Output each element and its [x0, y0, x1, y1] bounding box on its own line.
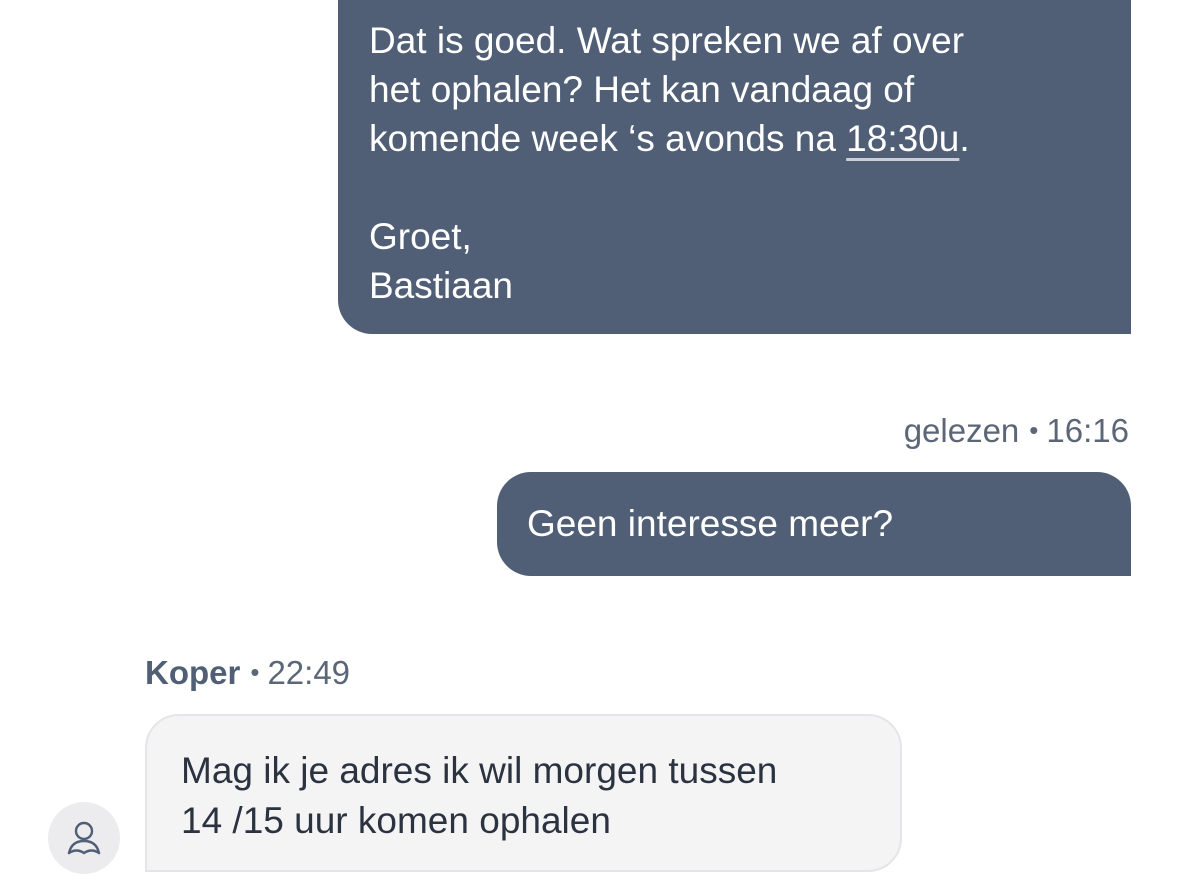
- outgoing-message-bubble[interactable]: Dat is goed. Wat spreken we af over het …: [338, 0, 1131, 334]
- message-text-line: komende week ‘s avonds na 18:30u.: [369, 114, 1101, 163]
- message-text: komende week ‘s avonds na: [369, 118, 847, 159]
- user-icon: [67, 821, 101, 855]
- outgoing-message-bubble[interactable]: Geen interesse meer?: [497, 472, 1131, 576]
- incoming-message-meta: Koper • 22:49: [145, 654, 350, 692]
- message-greeting: Groet,: [369, 216, 472, 257]
- avatar[interactable]: [48, 802, 120, 874]
- message-time: 22:49: [267, 654, 351, 691]
- time-link[interactable]: 18:30u: [846, 118, 959, 159]
- message-time: 16:16: [1046, 412, 1129, 449]
- message-text-line: het ophalen? Het kan vandaag of: [369, 69, 915, 110]
- separator-dot: •: [1029, 415, 1039, 445]
- read-receipt: gelezen • 16:16: [904, 412, 1129, 450]
- message-text-line: Mag ik je adres ik wil morgen tussen: [181, 750, 778, 791]
- message-text-line: Dat is goed. Wat spreken we af over: [369, 20, 965, 61]
- sender-name: Koper: [145, 654, 241, 691]
- incoming-message-bubble[interactable]: Mag ik je adres ik wil morgen tussen 14 …: [145, 714, 902, 872]
- message-text-line: 14 /15 uur komen ophalen: [181, 800, 611, 841]
- read-status: gelezen: [903, 412, 1020, 449]
- separator-dot: •: [250, 657, 260, 687]
- message-signature: Bastiaan: [369, 265, 513, 306]
- message-text: .: [959, 118, 970, 159]
- message-text: Geen interesse meer?: [527, 503, 894, 544]
